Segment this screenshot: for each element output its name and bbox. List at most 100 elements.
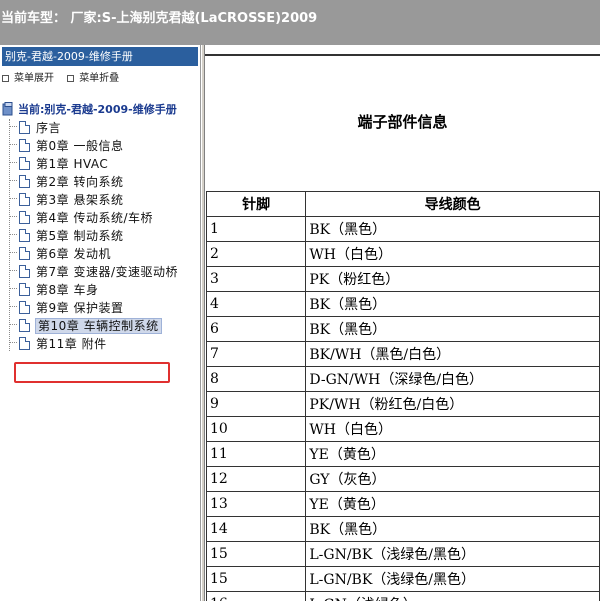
tree-item[interactable]: 第4章 传动系统/车桥 [9, 209, 153, 227]
tree-item[interactable]: 第1章 HVAC [9, 155, 108, 173]
document-icon [19, 157, 30, 170]
wire-color-cell: YE（黄色） [305, 491, 600, 517]
tree-item-label: 第8章 车身 [36, 283, 99, 297]
pin-cell: 10 [205, 416, 307, 442]
tree-item[interactable]: 第8章 车身 [9, 281, 98, 299]
tree-root[interactable]: 当前:别克-君越-2009-维修手册 [2, 101, 177, 119]
wire-color-cell: BK（黑色） [305, 291, 600, 317]
tree-item[interactable]: 第0章 一般信息 [9, 137, 123, 155]
tree-item[interactable]: 第9章 保护装置 [9, 299, 123, 317]
wire-color-cell: BK（黑色） [305, 216, 600, 242]
tree-item-label: 第2章 转向系统 [36, 175, 124, 189]
collapse-menu-button[interactable]: 菜单折叠 [67, 69, 119, 84]
table-row: 7 BK/WH（黑色/白色） [205, 341, 600, 367]
tree-item[interactable]: 第10章 车辆控制系统 [9, 317, 162, 335]
content-top-rule [205, 54, 600, 56]
tree-branch-line [9, 306, 17, 307]
expand-icon [2, 75, 9, 82]
table-row: 10 WH（白色） [205, 416, 600, 442]
pin-cell: 12 [205, 466, 307, 492]
tree-item-label: 第0章 一般信息 [36, 139, 124, 153]
document-icon [19, 121, 30, 134]
tree-item-label: 第1章 HVAC [36, 157, 109, 171]
document-icon [19, 211, 30, 224]
document-icon [19, 175, 30, 188]
wire-color-cell: BK（黑色） [305, 516, 600, 542]
column-header-wire-color: 导线颜色 [305, 191, 600, 217]
tree-branch-line [9, 252, 17, 253]
table-row: 2 WH（白色） [205, 241, 600, 267]
document-icon [19, 337, 30, 350]
tree-branch-line [9, 288, 17, 289]
tree-root-label: 当前:别克-君越-2009-维修手册 [18, 103, 177, 116]
pin-cell: 8 [205, 366, 307, 392]
document-icon [19, 265, 30, 278]
sidebar-header: 别克-君越-2009-维修手册 [2, 47, 198, 66]
table-row: 4 BK（黑色） [205, 291, 600, 317]
table-row: 6 BK（黑色） [205, 316, 600, 342]
tree-item[interactable]: 第5章 制动系统 [9, 227, 123, 245]
wire-color-cell: L-GN（浅绿色） [305, 591, 600, 601]
tree-branch-line [9, 144, 17, 145]
window-title: 当前车型： 厂家:S-上海别克君越(LaCROSSE)2009 [1, 11, 318, 26]
tree-item[interactable]: 第11章 附件 [9, 335, 107, 353]
expand-menu-button[interactable]: 菜单展开 [2, 69, 54, 84]
table-header-row: 针脚 导线颜色 [205, 191, 600, 217]
manual-root-icon [2, 102, 13, 116]
tree-branch-line [9, 342, 17, 343]
tree-item[interactable]: 第6章 发动机 [9, 245, 111, 263]
document-icon [19, 139, 30, 152]
wire-color-cell: YE（黄色） [305, 441, 600, 467]
wire-color-cell: BK/WH（黑色/白色） [305, 341, 600, 367]
tree-item-label: 第6章 发动机 [36, 247, 111, 261]
pin-cell: 11 [205, 441, 307, 467]
tree-item-label: 序言 [36, 121, 62, 135]
tree-item[interactable]: 序言 [9, 119, 61, 137]
wire-color-cell: D-GN/WH（深绿色/白色） [305, 366, 600, 392]
tree-item-label: 第7章 变速器/变速驱动桥 [36, 265, 178, 279]
tree-item-label: 第5章 制动系统 [36, 229, 124, 243]
tree-branch-line [9, 216, 17, 217]
tree-item[interactable]: 第3章 悬架系统 [9, 191, 123, 209]
pin-cell: 16 [205, 591, 307, 601]
wire-color-cell: WH（白色） [305, 416, 600, 442]
table-row: 16L-GN（浅绿色） [205, 591, 600, 601]
document-icon [19, 301, 30, 314]
document-icon [19, 283, 30, 296]
table-row: 11 YE（黄色） [205, 441, 600, 467]
tree-item-label: 第3章 悬架系统 [36, 193, 124, 207]
tree-branch-line [9, 180, 17, 181]
table-row: 8 D-GN/WH（深绿色/白色） [205, 366, 600, 392]
wire-color-cell: L-GN/BK（浅绿色/黑色） [305, 541, 600, 567]
table-row: 15 L-GN/BK（浅绿色/黑色） [205, 541, 600, 567]
sidebar: 别克-君越-2009-维修手册 菜单展开 菜单折叠 当前:别克-君越-2009-… [0, 45, 201, 601]
tree-branch-line [9, 162, 17, 163]
pin-cell: 7 [205, 341, 307, 367]
pin-cell: 1 [205, 216, 307, 242]
table-row: 3 PK（粉红色） [205, 266, 600, 292]
pin-cell: 6 [205, 316, 307, 342]
document-icon [19, 319, 30, 332]
collapse-icon [67, 75, 75, 82]
wire-color-cell: L-GN/BK（浅绿色/黑色） [305, 566, 600, 592]
tree-branch-line [9, 270, 17, 271]
pin-cell: 13 [205, 491, 307, 517]
table-row: 14 BK（黑色） [205, 516, 600, 542]
tree-item-label: 第10章 车辆控制系统 [35, 318, 162, 334]
table-row: 1 BK（黑色） [205, 216, 600, 242]
wire-color-cell: PK（粉红色） [305, 266, 600, 292]
wire-color-cell: PK/WH（粉红色/白色） [305, 391, 600, 417]
pin-cell: 3 [205, 266, 307, 292]
page-title: 端子部件信息 [357, 113, 448, 131]
content-pane: 端子部件信息 针脚 导线颜色 1 BK（黑色） 2 WH（白色） 3 PK（粉红色） 4 BK… [205, 45, 600, 601]
wire-color-cell: BK（黑色） [305, 316, 600, 342]
wire-color-cell: GY（灰色） [305, 466, 600, 492]
document-icon [19, 247, 30, 260]
tree-item[interactable]: 第2章 转向系统 [9, 173, 123, 191]
tree-item[interactable]: 第7章 变速器/变速驱动桥 [9, 263, 178, 281]
pin-cell: 2 [205, 241, 307, 267]
tree-branch-line [9, 198, 17, 199]
pin-cell: 9 [205, 391, 307, 417]
pin-cell: 14 [205, 516, 307, 542]
table-row: 13 YE（黄色） [205, 491, 600, 517]
